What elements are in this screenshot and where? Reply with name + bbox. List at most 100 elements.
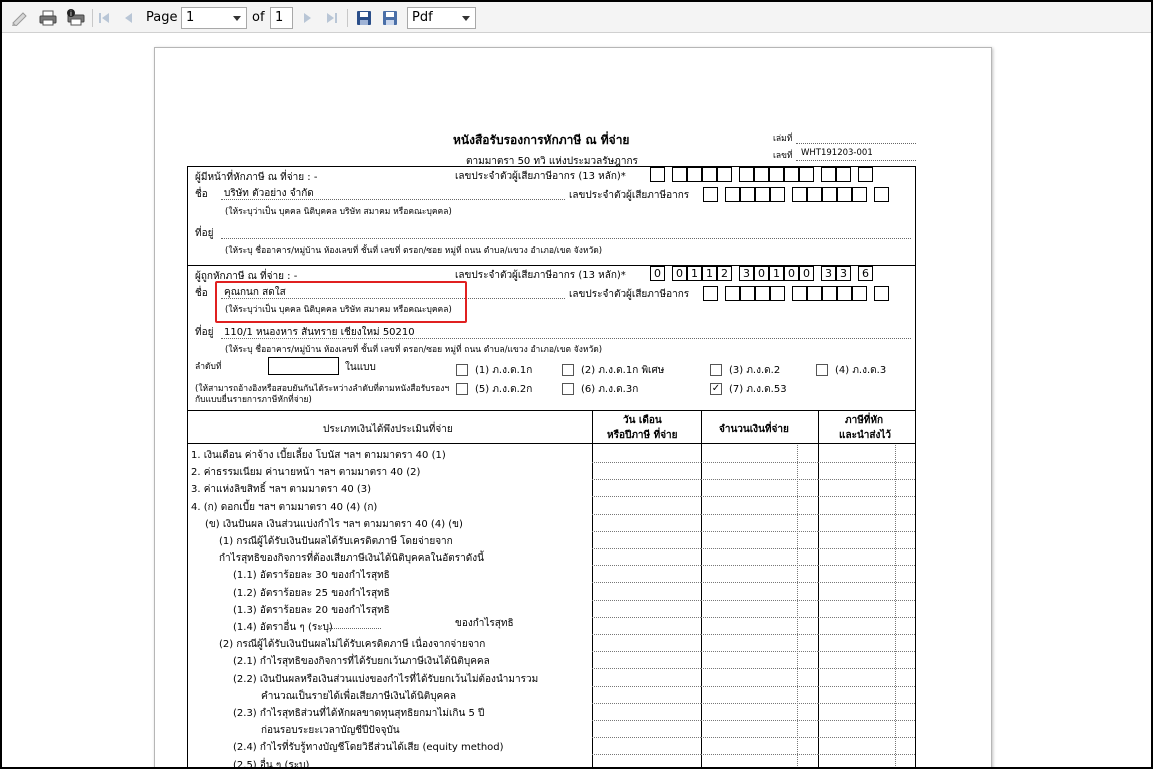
form-checkbox[interactable]: [816, 364, 828, 376]
table-row-dotted-line: [818, 565, 915, 567]
table-row-label: 2. ค่าธรรมเนียม ค่านายหน้า ฯลฯ ตามมาตรา …: [191, 467, 421, 479]
form-checkbox[interactable]: [456, 364, 468, 376]
tax-id-digit-box: [725, 286, 740, 301]
table-row-dotted-line: [701, 668, 818, 670]
export-button[interactable]: [380, 8, 400, 28]
column-header-tax-1: ภาษีที่หัก: [845, 415, 884, 426]
payee-address-hint: (ให้ระบุ ชื่ออาคาร/หมู่บ้าน ห้องเลขที่ ช…: [225, 345, 603, 355]
table-row-label: (ข) เงินปันผล เงินส่วนแบ่งกำไร ฯลฯ ตามมา…: [205, 518, 463, 530]
payee-tax-id2-label: เลขประจำตัวผู้เสียภาษีอากร: [569, 289, 690, 300]
table-row-label: 1. เงินเดือน ค่าจ้าง เบี้ยเลี้ยง โบนัส ฯ…: [191, 450, 446, 461]
payer-heading: ผู้มีหน้าที่หักภาษี ณ ที่จ่าย : -: [195, 172, 318, 183]
last-page-button[interactable]: [324, 8, 340, 28]
table-row-dotted-line: [592, 737, 701, 739]
payer-address-label: ที่อยู่: [195, 228, 214, 239]
print-setup-button[interactable]: i: [64, 8, 86, 28]
form-checkbox[interactable]: [562, 364, 574, 376]
tax-id-digit-box: [822, 187, 837, 202]
tax-id-digit-box: [852, 286, 867, 301]
table-row-dotted-line: [818, 496, 915, 498]
table-row-dotted-line: [701, 462, 818, 463]
tax-id-digit-box: [755, 286, 770, 301]
page-label: Page: [146, 10, 178, 25]
tax-id-digit-box: 0: [784, 266, 799, 281]
tax-id-digit-box: 3: [836, 266, 851, 281]
export-format-select[interactable]: Pdf: [407, 7, 476, 29]
table-row-label: (1.1) อัตราร้อยละ 30 ของกำไรสุทธิ: [233, 570, 390, 582]
payer-address-line: [221, 238, 911, 239]
table-row-dotted-line: [818, 548, 915, 549]
table-row-label: (2.4) กำไรที่รับรู้ทางบัญชีโดยวิธีส่วนได…: [233, 742, 504, 754]
table-top-border: [187, 410, 916, 411]
toolbar-separator: [92, 9, 93, 27]
page-number-select[interactable]: 1: [181, 7, 247, 29]
page-number-value: 1: [186, 10, 195, 25]
form-checkbox-label: (2) ภ.ง.ด.1ก พิเศษ: [581, 365, 665, 376]
tax-id-digit-box: [874, 286, 889, 301]
table-row-dotted-line: [592, 496, 701, 498]
tax-id-digit-box: [702, 167, 717, 182]
edit-button[interactable]: [10, 8, 30, 28]
table-row-dotted-line: [701, 530, 818, 532]
table-row-dotted-line: [701, 737, 818, 739]
tax-id-digit-box: [837, 286, 852, 301]
book-no-line: [796, 143, 916, 144]
table-row-dotted-line: [701, 702, 818, 704]
tax-id-digit-box: 1: [769, 266, 784, 281]
table-row-dotted-line: [592, 685, 701, 687]
table-row-dotted-line: [592, 720, 701, 721]
form-checkbox-label: (3) ภ.ง.ด.2: [729, 365, 781, 376]
table-row-dotted-line: [701, 754, 818, 756]
column-header-amount: จำนวนเงินที่จ่าย: [719, 424, 789, 435]
tax-id-digit-box: 3: [739, 266, 754, 281]
form-checkbox-label: (1) ภ.ง.ด.1ก: [475, 365, 533, 376]
table-row-dotted-line: [701, 616, 818, 618]
tax-id-digit-box: [822, 286, 837, 301]
tax-id-digit-box: [837, 187, 852, 202]
tax-id-digit-box: [703, 187, 718, 202]
first-page-button[interactable]: [96, 8, 112, 28]
report-viewport[interactable]: หนังสือรับรองการหักภาษี ณ ที่จ่าย ตามมาต…: [2, 34, 1151, 767]
save-icon: [357, 11, 371, 25]
table-row-label: 3. ค่าแห่งลิขสิทธิ์ ฯลฯ ตามมาตรา 40 (3): [191, 484, 372, 496]
tax-id-digit-box: [739, 167, 754, 182]
table-row-label: (1) กรณีผู้ได้รับเงินปันผลได้รับเครดิตภา…: [219, 536, 453, 547]
report-toolbar: i Page 1 of 1 Pdf: [2, 2, 1151, 33]
table-row-dotted-line: [592, 668, 701, 670]
previous-page-button[interactable]: [120, 8, 136, 28]
form-checkbox[interactable]: ✓: [710, 383, 722, 395]
form-checkbox[interactable]: [710, 364, 722, 376]
document-title: หนังสือรับรองการหักภาษี ณ ที่จ่าย: [453, 133, 630, 147]
table-row-dotted-line: [818, 616, 915, 618]
in-form-label: ในแบบ: [345, 362, 376, 373]
table-row-dotted-line: [818, 702, 915, 704]
save-button[interactable]: [354, 8, 374, 28]
payer-tax-id2-label: เลขประจำตัวผู้เสียภาษีอากร: [569, 190, 690, 201]
table-row-dotted-line: [701, 582, 818, 584]
table-row-dotted-line: [818, 754, 915, 756]
table-row-dotted-line: [818, 582, 915, 584]
tax-id-digit-box: [725, 187, 740, 202]
table-row-dotted-line: [818, 634, 915, 635]
table-row-label: (2.2) เงินปันผลหรือเงินส่วนแบ่งของกำไรที…: [233, 673, 539, 685]
doc-no-value: WHT191203-001: [801, 148, 873, 158]
table-row-label: (2.3) กำไรสุทธิส่วนที่ได้หักผลขาดทุนสุทธ…: [233, 708, 485, 719]
table-row-label: (1.2) อัตราร้อยละ 25 ของกำไรสุทธิ: [233, 587, 390, 599]
next-page-icon: [304, 13, 311, 23]
pencil-icon: [12, 12, 27, 26]
report-viewer-window: i Page 1 of 1 Pdf หนังสือรับรองการหักภาษ…: [0, 0, 1153, 769]
form-checkbox-label: (4) ภ.ง.ด.3: [835, 365, 887, 376]
table-row-dotted-line: [818, 599, 915, 601]
table-row-dotted-line: [592, 548, 701, 549]
form-checkbox[interactable]: [562, 383, 574, 395]
table-row-dotted-line: [818, 720, 915, 721]
next-page-button[interactable]: [300, 8, 316, 28]
sequence-input[interactable]: [268, 357, 339, 375]
previous-page-icon: [125, 13, 132, 23]
table-col-divider-2: [701, 410, 702, 767]
tax-id-digit-box: [874, 187, 889, 202]
table-row-dotted-line: [592, 462, 701, 463]
print-button[interactable]: [38, 8, 58, 28]
form-checkbox[interactable]: [456, 383, 468, 395]
table-row-dotted-line: [818, 651, 915, 653]
